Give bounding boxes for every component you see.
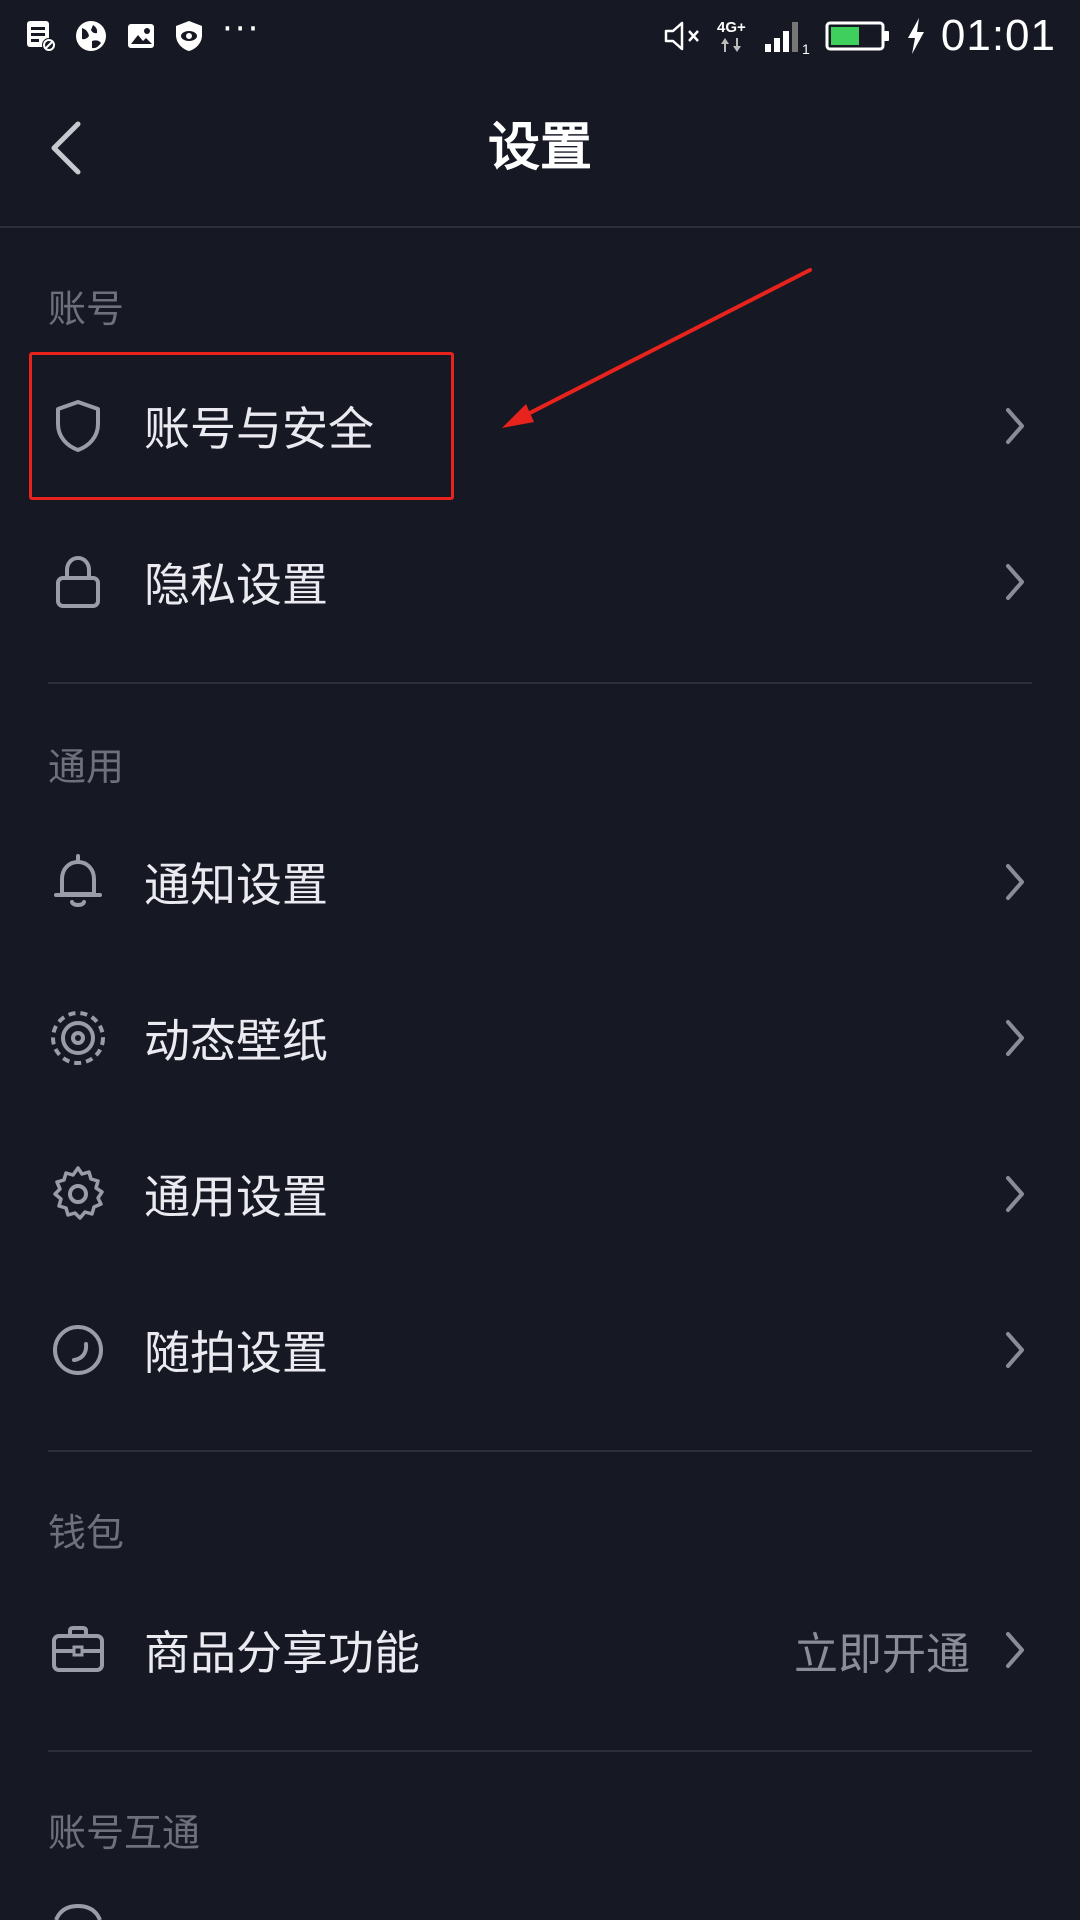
settings-item-label: 随拍设置 [144,1326,328,1380]
settings-item-notifications[interactable]: 通知设置 [0,804,1080,960]
section-label-account-linking: 账号互通 [48,1811,201,1855]
page-title: 设置 [487,118,592,178]
section-divider [48,1750,1032,1752]
battery-icon [825,19,891,53]
settings-item-quick-shot[interactable]: 随拍设置 [0,1272,1080,1428]
status-bar: ··· 4G+ 1 01:01 [0,0,1080,72]
settings-item-label: 商品分享功能 [144,1626,420,1680]
settings-item-label: 通知设置 [144,858,328,912]
image-icon [126,21,156,51]
chevron-right-icon [1006,408,1024,444]
signal-icon: 1 [763,16,811,56]
status-bar-right: 4G+ 1 01:01 [663,0,1056,72]
bell-icon [54,854,102,907]
settings-item-label: 通用设置 [144,1170,328,1224]
network-type-icon: 4G+ [717,16,749,56]
chevron-right-icon [1006,564,1024,600]
activate-now-link[interactable]: 立即开通 [794,1618,970,1682]
annotation-highlight-box [29,352,454,500]
clock: 01:01 [940,11,1056,60]
settings-item-privacy[interactable]: 隐私设置 [0,504,1080,660]
gear-icon [53,1166,104,1220]
section-label-general: 通用 [48,745,125,789]
settings-item-label: 隐私设置 [144,558,328,612]
charging-icon [905,16,927,56]
section-label-account: 账号 [48,287,125,331]
more-notifications: ··· [222,9,261,49]
settings-item-product-sharing[interactable]: 商品分享功能 立即开通 [0,1572,1080,1728]
partial-row-icon [54,1904,102,1920]
status-bar-left: ··· [26,0,260,72]
globe-icon [74,19,108,53]
mute-icon [663,19,703,53]
section-divider [48,1450,1032,1452]
shield-eye-icon [174,19,204,53]
navigation-bar: 设置 [0,72,1080,228]
settings-item-live-wallpaper[interactable]: 动态壁纸 [0,960,1080,1116]
briefcase-icon [52,1626,104,1672]
chevron-right-icon [1006,1332,1024,1368]
sim-slot-label: 1 [802,41,810,56]
lock-icon [56,555,100,608]
chevron-right-icon [1006,1632,1024,1668]
chevron-right-icon [1006,864,1024,900]
section-divider [48,682,1032,684]
chevron-right-icon [1006,1020,1024,1056]
chevron-right-icon [1006,1176,1024,1212]
message-icon [26,19,56,53]
camera-shot-icon [53,1325,103,1375]
section-label-wallet: 钱包 [48,1511,125,1555]
network-type-label: 4G+ [717,19,746,36]
live-wallpaper-icon [51,1011,105,1065]
settings-item-label: 动态壁纸 [144,1014,328,1068]
settings-item-general[interactable]: 通用设置 [0,1116,1080,1272]
